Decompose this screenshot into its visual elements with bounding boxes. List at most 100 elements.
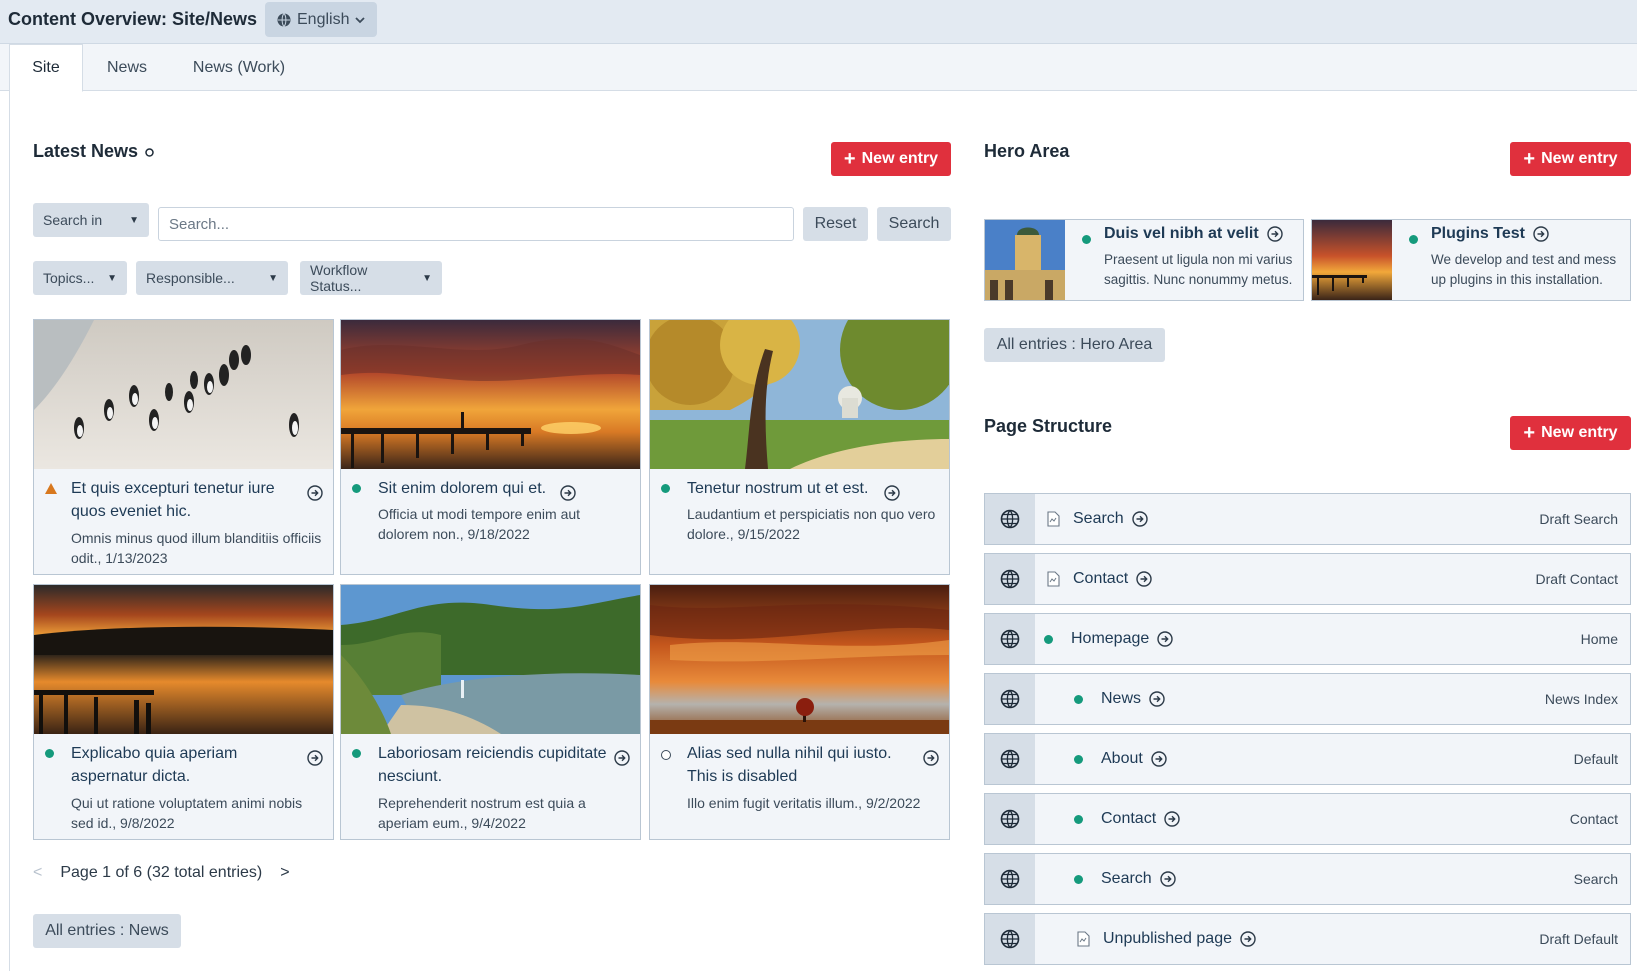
news-card-desc: Qui ut ratione voluptatem animi nobis se… (71, 795, 303, 831)
news-pager: < Page 1 of 6 (32 total entries) > (33, 864, 290, 882)
settings-dot-icon[interactable] (145, 148, 154, 157)
tab-bar: Site News News (Work) (0, 44, 1637, 92)
page-row[interactable]: Unpublished page Draft Default (984, 913, 1631, 965)
news-card-title[interactable]: Tenetur nostrum ut et est. (687, 477, 887, 500)
hero-item[interactable]: Plugins Test We develop and test and mes… (1311, 219, 1631, 301)
page-row-label[interactable]: Homepage (1071, 614, 1173, 664)
language-selector[interactable]: English (265, 2, 378, 37)
news-card-title[interactable]: Explicabo quia aperiam aspernatur dicta. (71, 742, 301, 788)
news-card-title[interactable]: Laboriosam reiciendis cupiditate nesciun… (378, 742, 608, 788)
page-title: Content Overview: Site/News (8, 9, 258, 29)
open-arrow-icon[interactable] (1240, 930, 1256, 948)
open-arrow-icon[interactable] (307, 749, 323, 767)
page-row[interactable]: Contact Contact (984, 793, 1631, 845)
open-arrow-icon[interactable] (1149, 690, 1165, 708)
page-row-label[interactable]: Search (1101, 854, 1176, 904)
news-search-input[interactable] (158, 207, 794, 241)
responsible-filter[interactable]: Responsible... ▼ (136, 261, 288, 295)
penguins-photo (34, 320, 333, 469)
pager-prev[interactable]: < (33, 864, 42, 882)
globe-icon[interactable] (985, 674, 1035, 724)
globe-icon[interactable] (985, 554, 1035, 604)
pager-next[interactable]: > (280, 864, 289, 882)
news-card[interactable]: Tenetur nostrum ut et est. Laudantium et… (649, 319, 950, 575)
page-row[interactable]: Contact Draft Contact (984, 553, 1631, 605)
news-card[interactable]: Et quis excepturi tenetur iure quos even… (33, 319, 334, 575)
page-row-label[interactable]: News (1101, 674, 1165, 724)
tab-site[interactable]: Site (9, 44, 83, 92)
church-photo (985, 220, 1065, 300)
news-card-title[interactable]: Sit enim dolorem qui et. (378, 477, 578, 500)
globe-icon[interactable] (985, 854, 1035, 904)
page-row-title: Contact (1073, 570, 1129, 587)
status-published-icon (1074, 875, 1083, 884)
news-card-title[interactable]: Alias sed nulla nihil qui iusto. This is… (687, 742, 917, 788)
page-row-label[interactable]: Contact (1101, 794, 1180, 844)
news-new-entry-button[interactable]: + New entry (831, 142, 951, 176)
open-arrow-icon[interactable] (1533, 226, 1549, 242)
page-new-entry-button[interactable]: + New entry (1510, 416, 1631, 450)
news-card[interactable]: Alias sed nulla nihil qui iusto. This is… (649, 584, 950, 840)
globe-icon[interactable] (985, 734, 1035, 784)
open-arrow-icon[interactable] (884, 484, 900, 502)
open-arrow-icon[interactable] (1136, 570, 1152, 588)
page-row-label[interactable]: Search (1073, 494, 1148, 544)
open-arrow-icon[interactable] (307, 484, 323, 502)
page-row-template: Search (1573, 871, 1618, 887)
plus-icon: + (1523, 422, 1536, 444)
page-row[interactable]: Homepage Home (984, 613, 1631, 665)
news-card-desc: Illo enim fugit veritatis illum., 9/2/20… (687, 795, 921, 811)
pier-sunset-photo (341, 320, 640, 469)
pager-text: Page 1 of 6 (32 total entries) (60, 864, 263, 881)
pier-sunset-thumb (1312, 220, 1392, 300)
tab-news-work[interactable]: News (Work) (180, 44, 298, 91)
open-arrow-icon[interactable] (923, 749, 939, 767)
open-arrow-icon[interactable] (560, 484, 576, 502)
open-arrow-icon[interactable] (1151, 750, 1167, 768)
page-new-entry-label: New entry (1541, 424, 1618, 441)
hero-item[interactable]: Duis vel nibh at velit Praesent ut ligul… (984, 219, 1304, 301)
topics-filter[interactable]: Topics... ▼ (33, 261, 127, 295)
open-arrow-icon[interactable] (614, 749, 630, 767)
globe-icon[interactable] (985, 794, 1035, 844)
news-card[interactable]: Sit enim dolorem qui et. Officia ut modi… (340, 319, 641, 575)
hero-item-title[interactable]: Plugins Test (1431, 225, 1549, 243)
news-card[interactable]: Explicabo quia aperiam aspernatur dicta.… (33, 584, 334, 840)
status-published-icon (1074, 695, 1083, 704)
news-card[interactable]: Laboriosam reiciendis cupiditate nesciun… (340, 584, 641, 840)
open-arrow-icon[interactable] (1160, 870, 1176, 888)
chevron-down-icon (355, 16, 366, 23)
park-autumn-photo (650, 320, 949, 469)
page-row[interactable]: About Default (984, 733, 1631, 785)
hero-new-entry-button[interactable]: + New entry (1510, 142, 1631, 176)
lake-sunset-photo (34, 585, 333, 734)
chevron-down-icon: ▼ (129, 214, 139, 226)
page-row[interactable]: News News Index (984, 673, 1631, 725)
hero-item-title[interactable]: Duis vel nibh at velit (1104, 225, 1283, 243)
plus-icon: + (843, 148, 856, 170)
hero-item-desc: We develop and test and mess up plugins … (1431, 252, 1617, 287)
page-row[interactable]: Search Search (984, 853, 1631, 905)
page-row-label[interactable]: Unpublished page (1103, 914, 1256, 964)
page-row[interactable]: Search Draft Search (984, 493, 1631, 545)
news-card-title[interactable]: Et quis excepturi tenetur iure quos even… (71, 477, 301, 523)
search-in-select[interactable]: Search in ▼ (33, 203, 149, 237)
page-row-label[interactable]: About (1101, 734, 1167, 784)
globe-icon[interactable] (985, 494, 1035, 544)
all-hero-entries-button[interactable]: All entries : Hero Area (984, 328, 1165, 362)
draft-document-icon (1047, 511, 1060, 532)
reset-button[interactable]: Reset (803, 207, 868, 241)
open-arrow-icon[interactable] (1157, 630, 1173, 648)
search-button[interactable]: Search (877, 207, 951, 241)
tab-news[interactable]: News (90, 44, 164, 91)
news-card-desc: Omnis minus quod illum blanditiis offici… (71, 530, 322, 566)
latest-news-heading: Latest News (33, 141, 154, 162)
workflow-filter[interactable]: Workflow Status... ▼ (300, 261, 442, 295)
open-arrow-icon[interactable] (1267, 226, 1283, 242)
all-news-entries-button[interactable]: All entries : News (33, 914, 181, 948)
open-arrow-icon[interactable] (1132, 510, 1148, 528)
page-row-label[interactable]: Contact (1073, 554, 1152, 604)
globe-icon[interactable] (985, 614, 1035, 664)
open-arrow-icon[interactable] (1164, 810, 1180, 828)
globe-icon[interactable] (985, 914, 1035, 964)
